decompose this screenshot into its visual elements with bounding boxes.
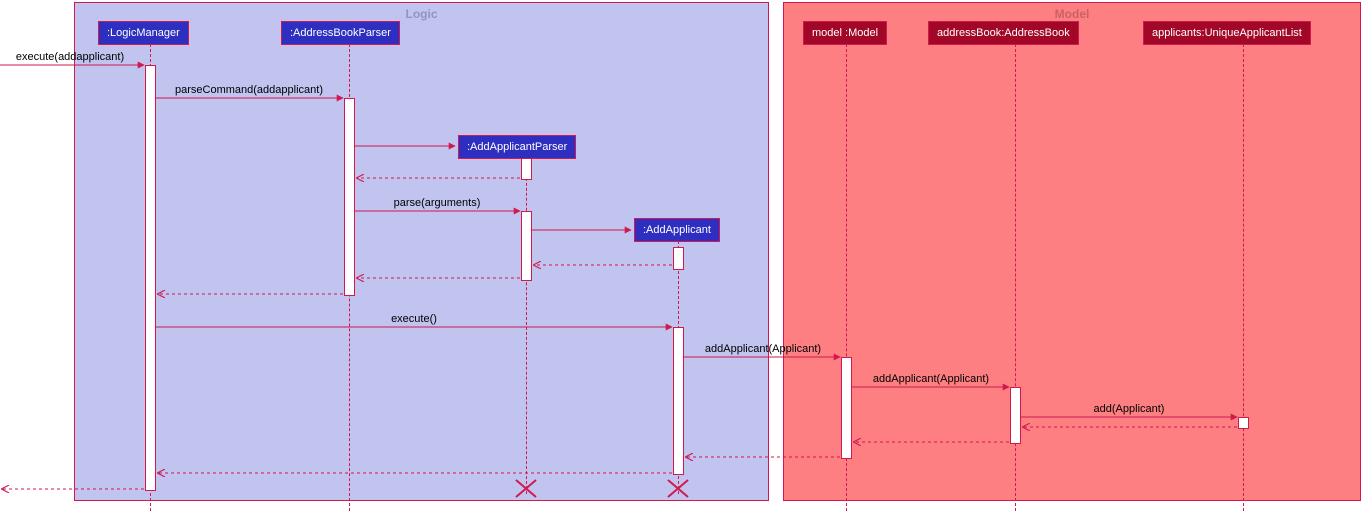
activation-addapplicantparser-1 [521,158,532,180]
activation-applicants [1238,417,1249,429]
lifeline-addapplicantparser [526,158,527,494]
participant-addressbookparser: :AddressBookParser [281,21,400,45]
participant-addapplicant: :AddApplicant [634,218,720,242]
frame-model: Model [783,2,1361,501]
participant-addapplicantparser: :AddApplicantParser [458,135,576,159]
participant-addressbook: addressBook:AddressBook [928,21,1079,45]
activation-addapplicant-1 [673,247,684,270]
activation-model [841,357,852,459]
participant-logicmanager: :LogicManager [98,21,189,45]
activation-addressbookparser [344,98,355,296]
activation-logicmanager [145,65,156,491]
participant-applicants: applicants:UniqueApplicantList [1143,21,1311,45]
activation-addapplicantparser-2 [521,211,532,281]
activation-addapplicant-2 [673,327,684,475]
frame-logic: Logic [74,2,769,501]
lifeline-applicants [1243,44,1244,511]
frame-model-title: Model [784,7,1360,21]
frame-logic-title: Logic [75,7,768,21]
participant-model: model :Model [803,21,887,45]
sequence-diagram: Logic Model :LogicManager :AddressBookPa… [0,0,1362,511]
activation-addressbook [1010,387,1021,444]
